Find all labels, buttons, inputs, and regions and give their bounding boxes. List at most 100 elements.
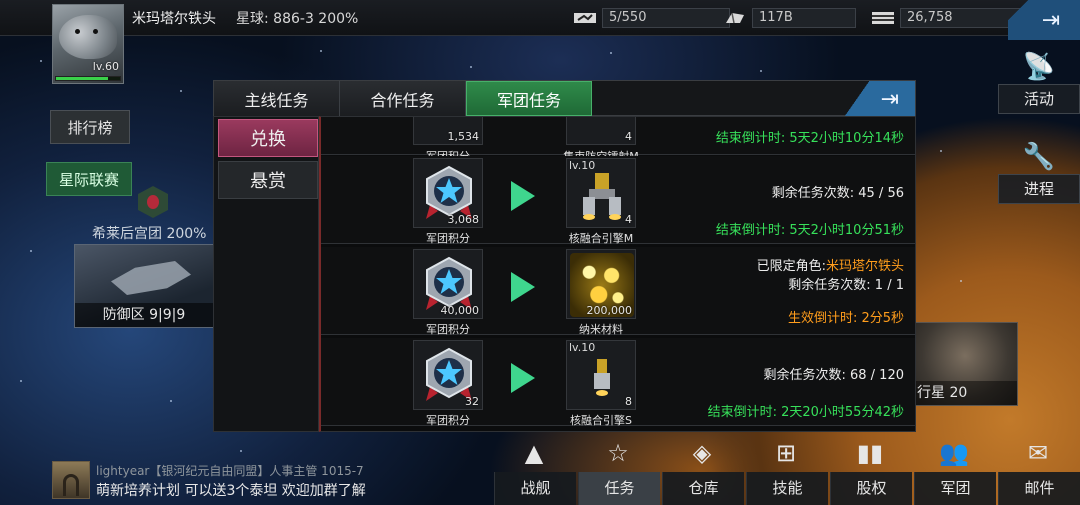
exit-button[interactable]: ⇥ (1008, 0, 1080, 40)
cost-quantity: 40,000 (440, 304, 480, 317)
cost-quantity: 3,068 (447, 213, 480, 226)
arrow-right-icon (511, 272, 535, 302)
reward-quantity: 200,000 (586, 304, 633, 317)
nav-skill[interactable]: ⊞ 技能 (744, 432, 828, 505)
progress-label: 进程 (998, 174, 1080, 204)
tab-coop-task[interactable]: 合作任务 (340, 81, 466, 116)
reward-item-slot[interactable]: 200,000 (566, 249, 636, 319)
fleet-capacity-value: 5/550 (602, 8, 730, 28)
planet-card-label: 行星 20 (913, 381, 1017, 405)
end-countdown: 结束倒计时: 2天20小时55分42秒 (707, 405, 904, 420)
seal-portrait (59, 15, 117, 59)
activity-label: 活动 (998, 84, 1080, 114)
chat-sender: lightyear【银河纪元自由同盟】人事主管 1015-7 (96, 464, 364, 478)
player-name: 米玛塔尔铁头 (132, 11, 216, 27)
cost-item-slot: 40,000 (413, 249, 483, 319)
reward-quantity: 4 (625, 213, 632, 226)
row-info: 剩余任务次数: 68 / 120 结束倒计时: 2天20小时55分42秒 (708, 364, 904, 420)
reward-quantity: 4 (625, 130, 632, 143)
nav-warship[interactable]: ▲ 战舰 (492, 432, 576, 505)
reward-item-slot[interactable]: 4 (566, 117, 636, 145)
guild-emblem-icon[interactable] (138, 186, 168, 218)
exchange-button[interactable]: 兑换 (218, 119, 318, 157)
reward-item-name: 核融合引擎S (570, 414, 632, 427)
ship-image (111, 261, 191, 295)
tools-icon: 🔧 (1022, 142, 1056, 172)
dialog-close-button[interactable]: ⇥ (839, 81, 915, 117)
nav-label: 军团 (914, 472, 996, 505)
league-button[interactable]: 星际联赛 (46, 162, 132, 196)
cost-item-name: 军团积分 (426, 414, 470, 427)
row-info: 已限定角色:米玛塔尔铁头 剩余任务次数: 1 / 1 生效倒计时: 2分5秒 (757, 255, 904, 326)
warship-icon: ▲ (524, 439, 544, 467)
task-icon: ☆ (607, 439, 629, 467)
remaining-count: 剩余任务次数: 1 / 1 (788, 278, 904, 293)
resource-material[interactable]: 117B (724, 8, 856, 28)
legion-icon: 👥 (939, 439, 969, 467)
resource-credits[interactable]: 26,758 (872, 8, 1030, 28)
remaining-count: 剩余任务次数: 45 / 56 (771, 186, 904, 201)
restricted-role-name: 米玛塔尔铁头 (825, 259, 904, 274)
resource-fleet[interactable]: 5/550 (574, 8, 730, 28)
row-info: 结束倒计时: 5天2小时10分14秒 (716, 127, 904, 146)
chat-message[interactable]: lightyear【银河纪元自由同盟】人事主管 1015-7 萌新培养计划 可以… (52, 460, 492, 500)
nav-warehouse[interactable]: ◈ 仓库 (660, 432, 744, 505)
nav-label: 技能 (746, 472, 828, 505)
cost-item-slot: 1,534 (413, 117, 483, 145)
legion-points-badge-icon (426, 256, 472, 310)
satellite-dish-icon: 📡 (1022, 52, 1056, 82)
planet-info: 星球: 886-3 200% (236, 11, 359, 27)
progress-button[interactable]: 🔧 进程 (998, 140, 1080, 204)
restricted-role: 已限定角色:米玛塔尔铁头 (757, 255, 904, 274)
remaining-count: 剩余任务次数: 68 / 120 (763, 368, 904, 383)
fusion-engine-icon (583, 173, 621, 220)
list-item[interactable]: 1,534 军团积分 4 集束防空镭射M 结束倒计时: 5天2小时10分14秒 (321, 117, 915, 163)
nav-legion[interactable]: 👥 军团 (912, 432, 996, 505)
nav-mail[interactable]: ✉ 邮件 (996, 432, 1080, 505)
list-item[interactable]: 32 军团积分 lv.10 8 核融合引擎S 剩余任务次数: 68 / 120 … (321, 338, 915, 427)
legion-points-badge-icon (426, 347, 472, 401)
list-item[interactable]: 40,000 军团积分 200,000 纳米材料 已限定角色:米玛塔尔铁头 剩余… (321, 247, 915, 336)
activity-button[interactable]: 📡 活动 (998, 50, 1080, 114)
skill-tree-icon: ⊞ (775, 439, 797, 467)
material-value: 117B (752, 8, 856, 28)
mail-icon: ✉ (1027, 439, 1049, 467)
player-avatar[interactable]: lv.60 (52, 4, 124, 84)
reward-item-name: 核融合引擎M (568, 232, 634, 245)
exchange-list[interactable]: 1,534 军团积分 4 集束防空镭射M 结束倒计时: 5天2小时10分14秒 … (319, 116, 916, 432)
row-info: 剩余任务次数: 45 / 56 结束倒计时: 5天2小时10分51秒 (716, 182, 904, 238)
arrow-right-icon (511, 181, 535, 211)
reward-item-slot[interactable]: lv.10 4 (566, 158, 636, 228)
bottom-nav: ▲ 战舰 ☆ 任务 ◈ 仓库 ⊞ 技能 ▮▮ 股权 👥 军团 ✉ 邮件 (492, 432, 1080, 505)
fusion-engine-icon (594, 359, 610, 396)
cost-item-name: 军团积分 (426, 323, 470, 336)
exit-icon: ⇥ (880, 86, 899, 112)
task-tabs: 主线任务 合作任务 军团任务 ⇥ (213, 80, 916, 117)
nav-label: 邮件 (998, 472, 1080, 505)
defense-zone-label: 防御区 9|9|9 (75, 303, 213, 327)
defense-zone-card[interactable]: 防御区 9|9|9 (74, 244, 214, 328)
tab-legion-task[interactable]: 军团任务 (466, 81, 592, 116)
nav-equity[interactable]: ▮▮ 股权 (828, 432, 912, 505)
reward-item-slot[interactable]: lv.10 8 (566, 340, 636, 410)
legion-points-badge-icon (426, 165, 472, 219)
nav-task[interactable]: ☆ 任务 (576, 432, 660, 505)
bounty-button[interactable]: 悬赏 (218, 161, 318, 199)
ranking-button[interactable]: 排行榜 (50, 110, 130, 144)
player-level: lv.60 (92, 60, 119, 73)
nav-label: 战舰 (494, 472, 576, 505)
effective-countdown: 生效倒计时: 2分5秒 (787, 311, 904, 326)
tab-main-task[interactable]: 主线任务 (214, 81, 340, 116)
planet-card[interactable]: 行星 20 (912, 322, 1018, 406)
top-bar: 米玛塔尔铁头 星球: 886-3 200% 5/550 117B 26,758 … (0, 0, 1080, 40)
end-countdown: 结束倒计时: 5天2小时10分51秒 (715, 223, 904, 238)
cost-quantity: 1,534 (447, 130, 480, 143)
chat-text: 萌新培养计划 可以送3个泰坦 欢迎加群了解 (96, 483, 366, 499)
end-countdown: 结束倒计时: 5天2小时10分14秒 (715, 131, 904, 146)
warehouse-icon: ◈ (692, 439, 712, 467)
list-item[interactable]: 3,068 军团积分 lv.10 4 核融合引擎M 剩余任务次数: 45 / 5… (321, 156, 915, 245)
cost-quantity: 32 (465, 395, 479, 408)
legion-task-dialog: 主线任务 合作任务 军团任务 ⇥ 兑换 悬赏 1,534 军团积分 4 集束防空… (213, 80, 916, 432)
nav-label: 仓库 (662, 472, 744, 505)
reward-quantity: 8 (625, 395, 632, 408)
